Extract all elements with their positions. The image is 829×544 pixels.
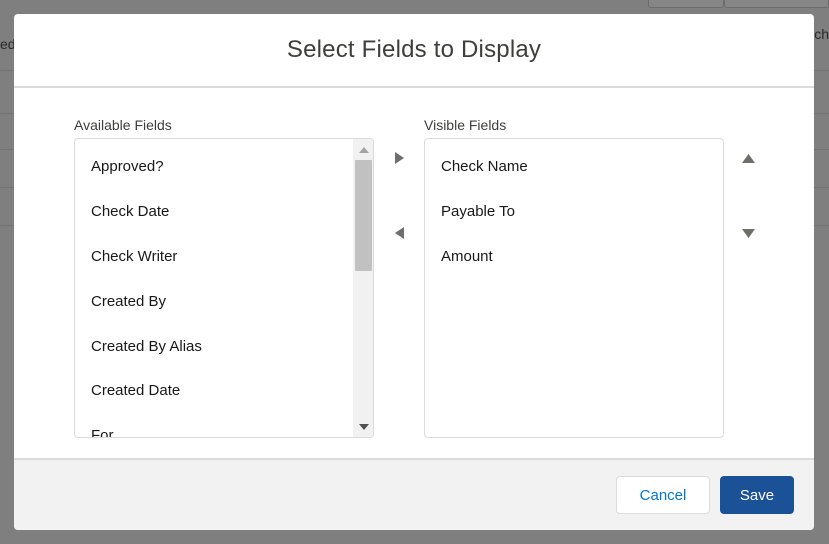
available-option-check-writer[interactable]: Check Writer: [91, 248, 177, 265]
available-fields-listbox[interactable]: Approved? Check Date Check Writer Create…: [74, 138, 374, 438]
available-option-created-by[interactable]: Created By: [91, 293, 166, 310]
visible-option-amount[interactable]: Amount: [441, 248, 493, 265]
up-triangle-icon: [741, 153, 755, 163]
move-down-button[interactable]: [736, 221, 760, 245]
modal-footer: Cancel Save: [14, 458, 814, 530]
visible-fields-listbox[interactable]: Check Name Payable To Amount: [424, 138, 724, 438]
available-option-approved[interactable]: Approved?: [91, 158, 164, 175]
available-option-created-date[interactable]: Created Date: [91, 382, 180, 399]
available-option-created-by-alias[interactable]: Created By Alias: [91, 338, 202, 355]
modal-body: Available Fields Approved? Check Date Ch…: [14, 90, 814, 458]
scroll-down-arrow-icon[interactable]: [353, 418, 373, 435]
available-option-check-date[interactable]: Check Date: [91, 203, 169, 220]
available-fields-label: Available Fields: [74, 117, 172, 133]
cancel-button[interactable]: Cancel: [616, 476, 710, 514]
visible-fields-label: Visible Fields: [424, 117, 507, 133]
modal-title: Select Fields to Display: [286, 36, 542, 63]
background-tab: [724, 0, 829, 8]
down-triangle-icon: [741, 228, 755, 238]
background-tab: [648, 0, 724, 8]
move-to-available-button[interactable]: [387, 221, 411, 245]
visible-option-check-name[interactable]: Check Name: [441, 158, 528, 175]
visible-option-payable-to[interactable]: Payable To: [441, 203, 515, 220]
save-button[interactable]: Save: [720, 476, 794, 514]
move-up-button[interactable]: [736, 146, 760, 170]
right-triangle-icon: [394, 152, 404, 164]
modal-header: Select Fields to Display: [14, 14, 814, 88]
available-option-for[interactable]: For: [91, 427, 114, 437]
scrollbar-thumb[interactable]: [355, 160, 372, 271]
scroll-up-arrow-icon[interactable]: [353, 141, 373, 158]
move-to-visible-button[interactable]: [387, 146, 411, 170]
select-fields-modal: Select Fields to Display Available Field…: [14, 14, 814, 530]
left-triangle-icon: [394, 227, 404, 239]
listbox-scrollbar[interactable]: [353, 139, 373, 437]
